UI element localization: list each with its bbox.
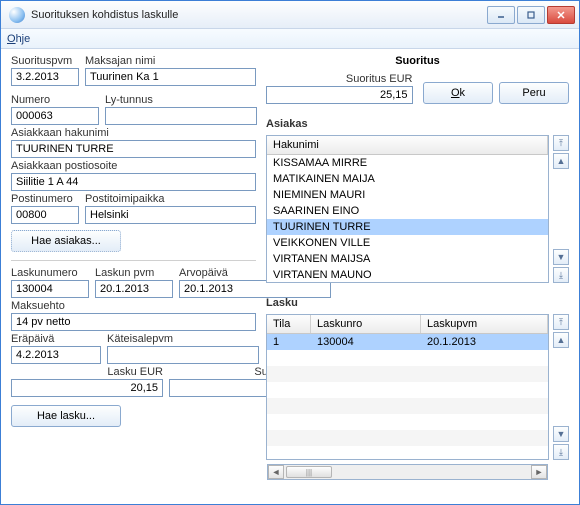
asiakas-row[interactable]: KISSAMAA MIRRE: [267, 155, 548, 171]
input-postiosoite[interactable]: [11, 173, 256, 191]
lasku-header-laskunro[interactable]: Laskunro: [311, 315, 421, 333]
lasku-row[interactable]: [267, 366, 548, 382]
asiakas-scroll-down-icon[interactable]: ▼: [553, 249, 569, 265]
hscroll-right-icon[interactable]: ►: [531, 465, 547, 479]
lasku-row[interactable]: [267, 430, 548, 446]
asiakas-cell-hakunimi: NIEMINEN MAURI: [267, 189, 548, 201]
window-buttons: [487, 6, 575, 24]
asiakas-row[interactable]: VIRTANEN MAUNO: [267, 267, 548, 283]
input-laskunumero[interactable]: [11, 280, 89, 298]
asiakas-row[interactable]: VIRTANEN MAIJSA: [267, 251, 548, 267]
label-suoritus-eur: Suoritus EUR: [266, 73, 413, 86]
label-maksuehto: Maksuehto: [11, 300, 256, 313]
lasku-cell-tila: 1: [267, 336, 311, 348]
lasku-scroll-buttons: ⤒ ▲ ▼ ⤓: [553, 314, 569, 460]
menubar: Ohje: [1, 29, 579, 49]
lasku-row[interactable]: [267, 446, 548, 462]
lasku-row[interactable]: [267, 350, 548, 366]
input-maksajan[interactable]: [85, 68, 256, 86]
input-lytunnus[interactable]: [105, 107, 257, 125]
lasku-row[interactable]: [267, 414, 548, 430]
lasku-grid-title: Lasku: [266, 297, 569, 310]
asiakas-row[interactable]: SAARINEN EINO: [267, 203, 548, 219]
asiakas-grid[interactable]: Hakunimi KISSAMAA MIRRE MATIKAINEN MAIJA N…: [266, 135, 549, 283]
asiakas-scroll-top-icon[interactable]: ⤒: [553, 135, 569, 151]
hscroll-thumb[interactable]: |||: [286, 466, 332, 478]
asiakas-cell-hakunimi: SAARINEN EINO: [267, 205, 548, 217]
label-kateisalepvm: Käteisalepvm: [107, 333, 259, 346]
asiakas-header-hakunimi[interactable]: Hakunimi: [267, 136, 548, 154]
maximize-button[interactable]: [517, 6, 545, 24]
asiakas-row[interactable]: NIEMINEN MAURI: [267, 187, 548, 203]
label-postinumero: Postinumero: [11, 193, 79, 206]
label-lasku-eur: Lasku EUR: [11, 366, 163, 379]
input-lasku-eur[interactable]: [11, 379, 163, 397]
minimize-button[interactable]: [487, 6, 515, 24]
label-erapaiva: Eräpäivä: [11, 333, 101, 346]
lasku-cell-laskunro: 130004: [311, 336, 421, 348]
left-panel: Suorituspvm Maksajan nimi Numero Ly-tunn…: [11, 55, 256, 494]
asiakas-cell-hakunimi: VIRTANEN MAUNO: [267, 269, 548, 281]
lasku-scroll-bottom-icon[interactable]: ⤓: [553, 444, 569, 460]
label-postiosoite: Asiakkaan postiosoite: [11, 160, 256, 173]
asiakas-cell-hakunimi: KISSAMAA MIRRE: [267, 157, 548, 169]
input-suorituspvm[interactable]: [11, 68, 79, 86]
hscroll-left-icon[interactable]: ◄: [268, 465, 284, 479]
lasku-scroll-down-icon[interactable]: ▼: [553, 426, 569, 442]
asiakas-cell-hakunimi: TUURINEN TURRE: [267, 221, 548, 233]
input-maksuehto[interactable]: [11, 313, 256, 331]
label-suorituspvm: Suorituspvm: [11, 55, 79, 68]
right-panel: Suoritus Suoritus EUR Ok Peru Asiakas Ha…: [266, 55, 569, 494]
lasku-row[interactable]: 113000420.1.2013: [267, 334, 548, 350]
close-button[interactable]: [547, 6, 575, 24]
menu-ohje[interactable]: Ohje: [7, 33, 30, 45]
label-laskunumero: Laskunumero: [11, 267, 89, 280]
lasku-header-tila[interactable]: Tila: [267, 315, 311, 333]
peru-button[interactable]: Peru: [499, 82, 569, 104]
lasku-row[interactable]: [267, 382, 548, 398]
asiakas-row[interactable]: TUURINEN TURRE: [267, 219, 548, 235]
asiakas-row[interactable]: MATIKAINEN MAIJA: [267, 171, 548, 187]
asiakas-grid-title: Asiakas: [266, 118, 569, 131]
label-hakunimi: Asiakkaan hakunimi: [11, 127, 256, 140]
input-hakunimi[interactable]: [11, 140, 256, 158]
label-lytunnus: Ly-tunnus: [105, 94, 257, 107]
lasku-header-laskupvm[interactable]: Laskupvm: [421, 315, 548, 333]
asiakas-row[interactable]: VEIKKONEN VILLE: [267, 235, 548, 251]
asiakas-cell-hakunimi: VEIKKONEN VILLE: [267, 237, 548, 249]
asiakas-cell-hakunimi: VIRTANEN MAIJSA: [267, 253, 548, 265]
lasku-hscroll[interactable]: ◄ ||| ►: [267, 464, 548, 480]
lasku-scroll-top-icon[interactable]: ⤒: [553, 314, 569, 330]
label-maksajan: Maksajan nimi: [85, 55, 256, 68]
asiakas-scroll-buttons: ⤒ ▲ ▼ ⤓: [553, 135, 569, 283]
titlebar: Suorituksen kohdistus laskulle: [1, 1, 579, 29]
app-window: Suorituksen kohdistus laskulle Ohje Suor…: [0, 0, 580, 505]
input-postinumero[interactable]: [11, 206, 79, 224]
ok-button[interactable]: Ok: [423, 82, 493, 104]
hae-lasku-button[interactable]: Hae lasku...: [11, 405, 121, 427]
label-numero: Numero: [11, 94, 99, 107]
suoritus-title: Suoritus: [266, 55, 569, 67]
lasku-cell-laskupvm: 20.1.2013: [421, 336, 548, 348]
lasku-scroll-up-icon[interactable]: ▲: [553, 332, 569, 348]
input-laskupvm[interactable]: [95, 280, 173, 298]
app-icon: [9, 7, 25, 23]
input-numero[interactable]: [11, 107, 99, 125]
input-erapaiva[interactable]: [11, 346, 101, 364]
lasku-row[interactable]: [267, 398, 548, 414]
asiakas-cell-hakunimi: MATIKAINEN MAIJA: [267, 173, 548, 185]
hae-asiakas-button[interactable]: Hae asiakas...: [11, 230, 121, 252]
label-laskupvm: Laskun pvm: [95, 267, 173, 280]
label-postitoimipaikka: Postitoimipaikka: [85, 193, 256, 206]
input-postitoimipaikka[interactable]: [85, 206, 256, 224]
window-title: Suorituksen kohdistus laskulle: [31, 9, 487, 21]
input-suoritus-eur[interactable]: [266, 86, 413, 104]
body: Suorituspvm Maksajan nimi Numero Ly-tunn…: [1, 49, 579, 504]
asiakas-scroll-bottom-icon[interactable]: ⤓: [553, 267, 569, 283]
lasku-grid[interactable]: Tila Laskunro Laskupvm 113000420.1.2013 …: [266, 314, 549, 460]
asiakas-scroll-up-icon[interactable]: ▲: [553, 153, 569, 169]
input-kateisalepvm[interactable]: [107, 346, 259, 364]
